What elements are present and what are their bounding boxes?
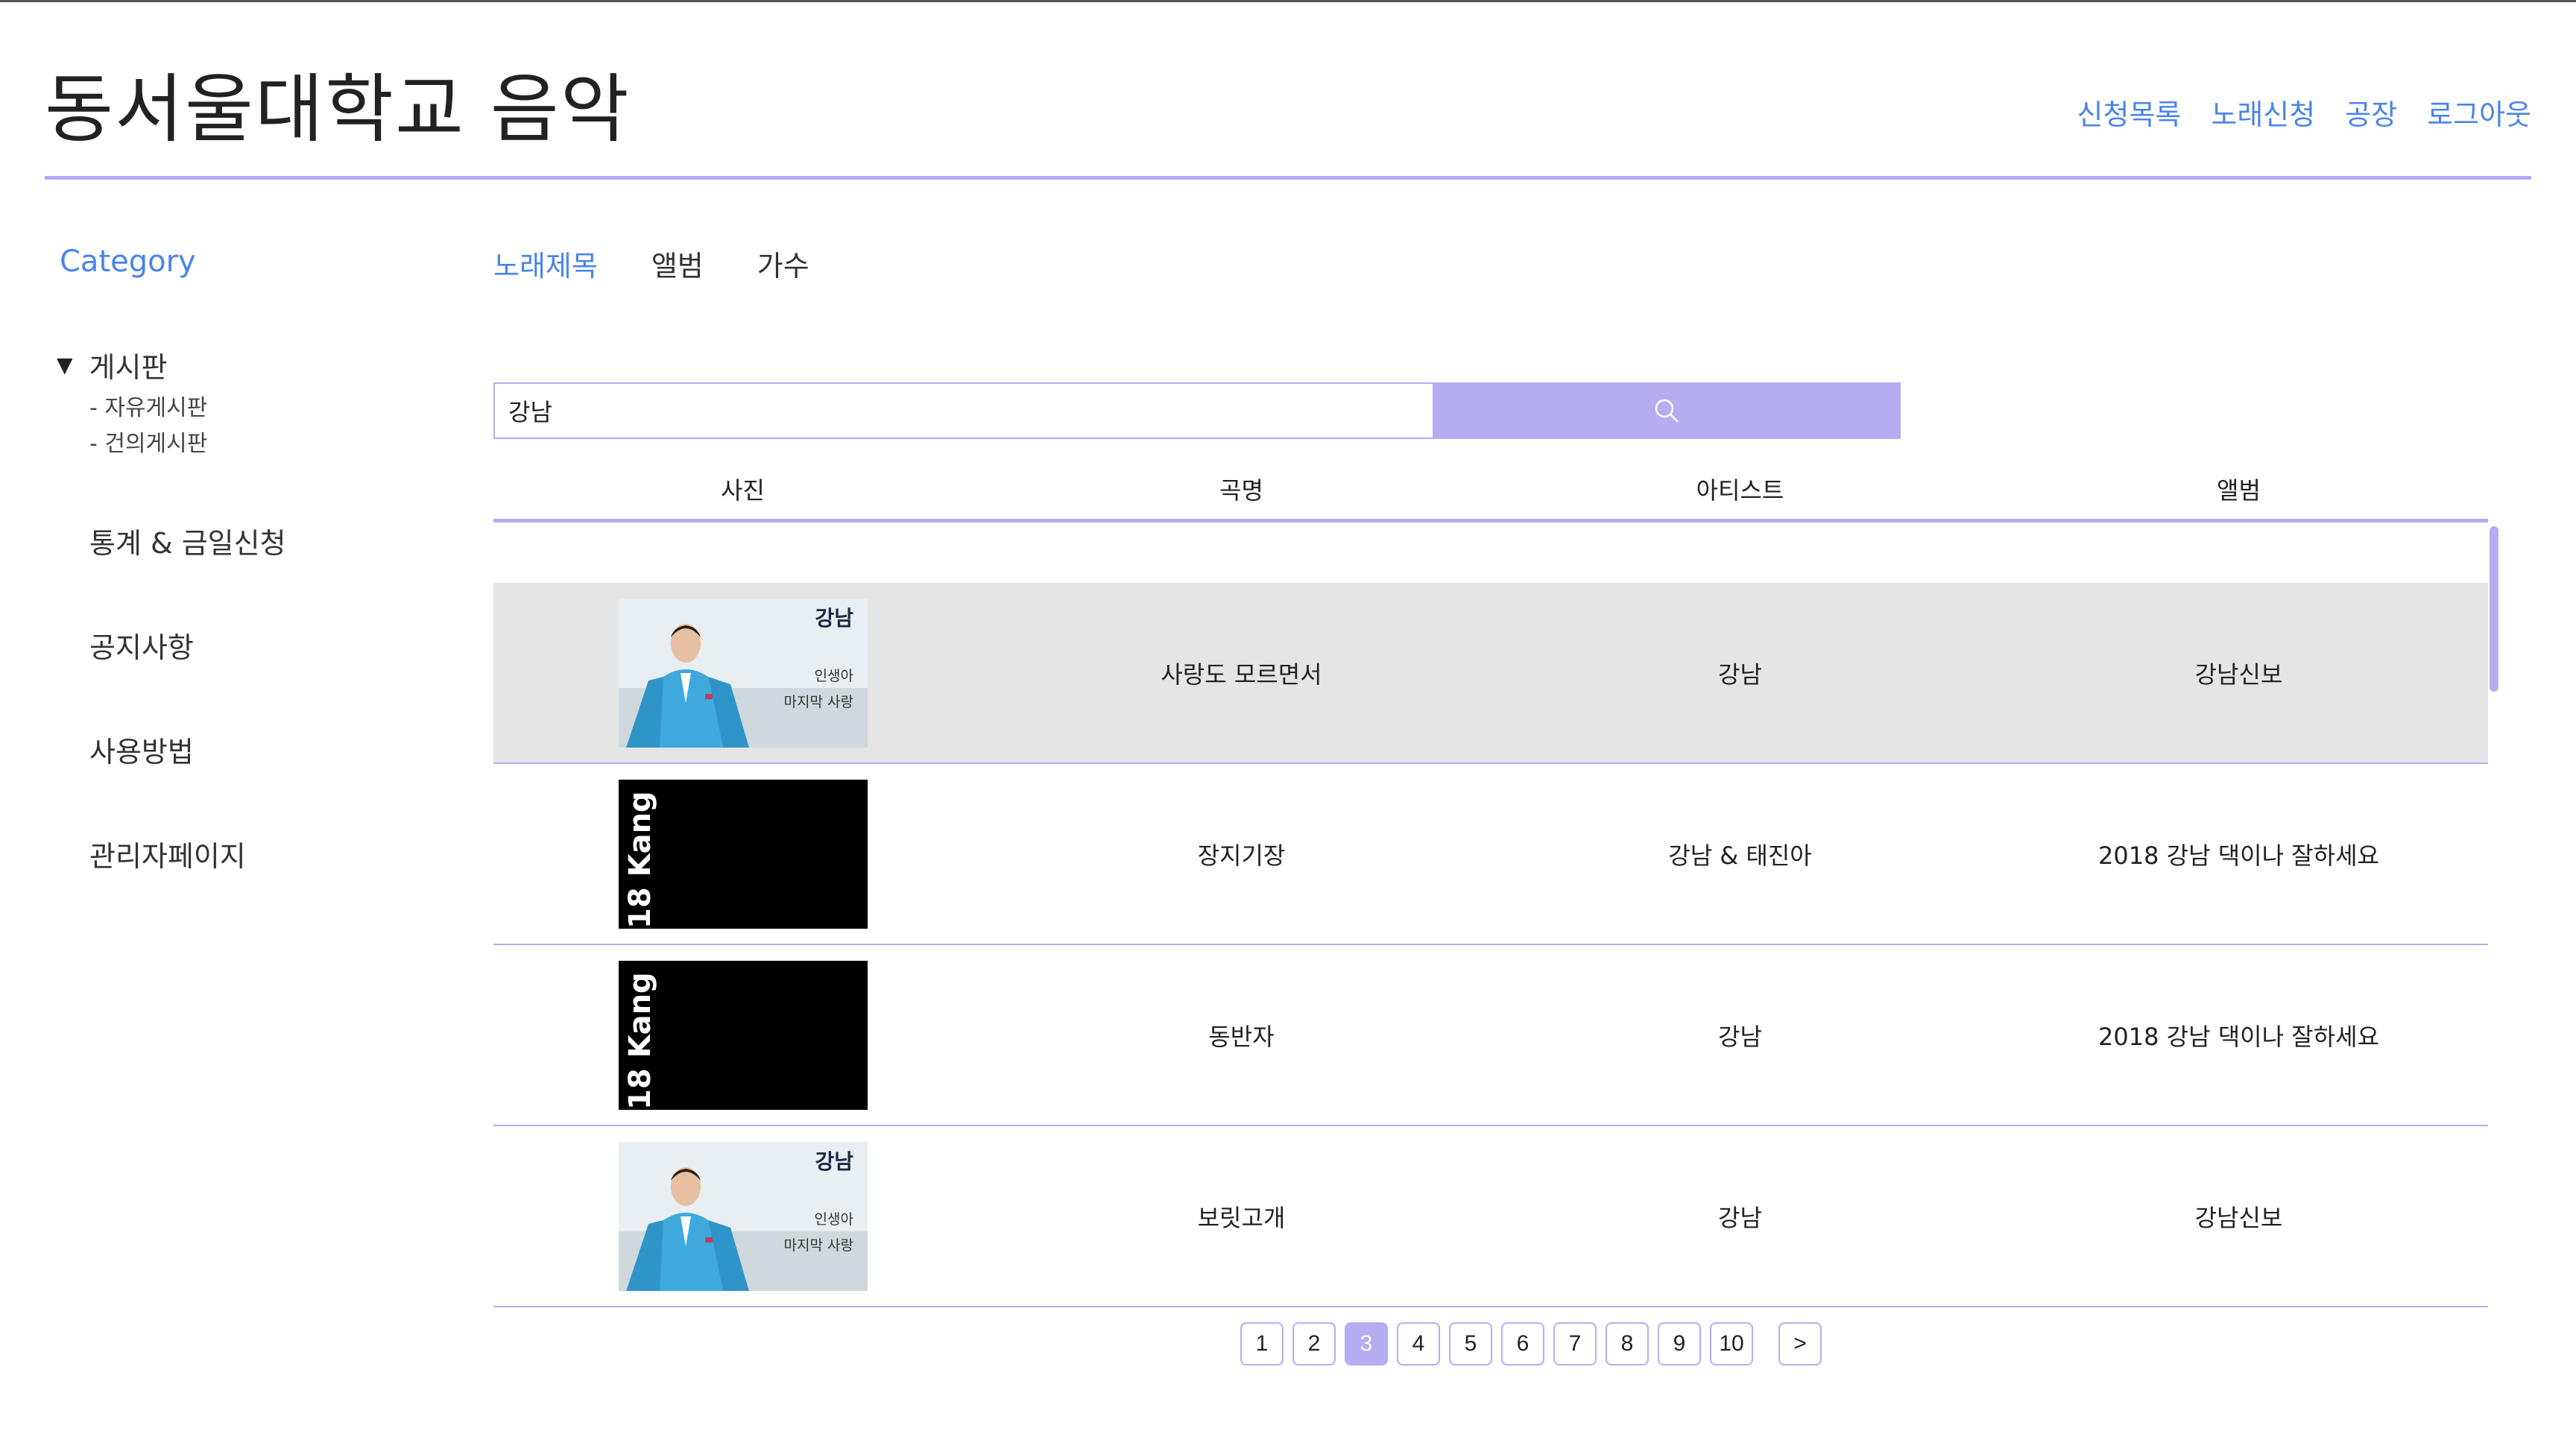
column-header-artist[interactable]: 아티스트: [1491, 462, 1989, 519]
sidebar-item-notices[interactable]: 공지사항: [89, 625, 194, 666]
photo-cell: 강남 인생아 마지막 사랑: [493, 598, 992, 748]
table-row[interactable]: 18 Kang N 동반자 강남 2018 강남 댁이나 잘하세요: [493, 945, 2488, 1126]
album-cell: 2018 강남 댁이나 잘하세요: [2098, 841, 2379, 870]
next-page-button[interactable]: >: [1778, 1322, 1822, 1366]
song-table-body: 강남 인생아 마지막 사랑 사랑도 모르면서 강남 강남신보 18 Kang N…: [493, 583, 2488, 1307]
album-cell: 강남신보: [2194, 1203, 2283, 1232]
page-button-3[interactable]: 3: [1345, 1322, 1388, 1366]
nav-request-list-link[interactable]: 신청목록: [2077, 92, 2182, 133]
album-cover-title: 강남: [815, 606, 853, 631]
table-row[interactable]: 18 Kang N 장지기장 강남 & 태진아 2018 강남 댁이나 잘하세요: [493, 764, 2488, 945]
tab-album[interactable]: 앨범: [651, 243, 704, 284]
album-cover-line: 마지막 사랑: [783, 694, 853, 710]
tab-singer[interactable]: 가수: [757, 243, 809, 284]
site-title[interactable]: 동서울대학교 음악: [45, 61, 631, 158]
sidebar-item-admin[interactable]: 관리자페이지: [89, 833, 246, 874]
header-divider: [45, 176, 2531, 180]
sidebar-board-toggle[interactable]: ▼ 게시판: [57, 344, 167, 385]
page-button-7[interactable]: 7: [1553, 1322, 1597, 1366]
photo-cell: 18 Kang N: [493, 779, 992, 929]
page-button-9[interactable]: 9: [1658, 1322, 1701, 1366]
artist-cell: 강남: [1718, 660, 1762, 689]
table-row[interactable]: 강남 인생아 마지막 사랑 보릿고개 강남 강남신보: [493, 1126, 2488, 1307]
column-header-song[interactable]: 곡명: [992, 462, 1491, 519]
album-cover-image: 강남 인생아 마지막 사랑: [618, 1141, 868, 1291]
artist-cell: 강남: [1718, 1022, 1762, 1051]
page-button-2[interactable]: 2: [1292, 1322, 1336, 1366]
album-cover-image: 강남 인생아 마지막 사랑: [618, 598, 868, 748]
search-input[interactable]: [493, 382, 1433, 439]
page: 동서울대학교 음악 신청목록 노래신청 공장 로그아웃 Category ▼ 게…: [0, 0, 2576, 1446]
nav-factory-link[interactable]: 공장: [2345, 92, 2397, 133]
table-header: 사진 곡명 아티스트 앨범: [493, 462, 2488, 519]
album-cover-text: 18 Kang N: [623, 961, 657, 1110]
sidebar-board-label: 게시판: [89, 351, 168, 384]
tab-song-title[interactable]: 노래제목: [493, 243, 598, 284]
sidebar-item-suggestion-board[interactable]: - 건의게시판: [89, 425, 207, 458]
song-title-cell: 장지기장: [1197, 841, 1286, 870]
top-nav: 신청목록 노래신청 공장 로그아웃: [2077, 89, 2531, 134]
column-header-album[interactable]: 앨범: [1989, 462, 2488, 519]
album-cover-line: 마지막 사랑: [783, 1237, 853, 1254]
song-title-cell: 동반자: [1208, 1022, 1275, 1051]
table-scrollbar[interactable]: [2490, 526, 2498, 692]
pagination: 1 2 3 4 5 6 7 8 9 10 >: [1240, 1322, 1822, 1366]
photo-cell: 18 Kang N: [493, 960, 992, 1110]
album-cell: 2018 강남 댁이나 잘하세요: [2098, 1022, 2379, 1051]
page-button-4[interactable]: 4: [1397, 1322, 1440, 1366]
artist-cell: 강남 & 태진아: [1668, 841, 1812, 870]
top-border: [0, 0, 2576, 2]
page-button-1[interactable]: 1: [1240, 1322, 1284, 1366]
search-icon: [1655, 399, 1679, 423]
photo-cell: 강남 인생아 마지막 사랑: [493, 1141, 992, 1291]
triangle-down-icon: ▼: [57, 353, 73, 377]
search-tabs: 노래제목 앨범 가수: [493, 243, 809, 284]
album-cover-line: 인생아: [814, 668, 853, 684]
artist-cell: 강남: [1718, 1203, 1762, 1232]
song-title-cell: 사랑도 모르면서: [1161, 660, 1322, 689]
page-button-5[interactable]: 5: [1449, 1322, 1492, 1366]
sidebar-item-free-board[interactable]: - 자유게시판: [89, 389, 207, 422]
album-cover-text: 18 Kang N: [623, 780, 657, 929]
album-cover-image: 18 Kang N: [618, 960, 868, 1110]
sidebar-item-howto[interactable]: 사용방법: [89, 729, 194, 770]
album-cover-line: 인생아: [814, 1211, 853, 1228]
page-button-6[interactable]: 6: [1501, 1322, 1544, 1366]
search-button[interactable]: [1433, 382, 1901, 439]
page-button-8[interactable]: 8: [1606, 1322, 1649, 1366]
column-header-photo: 사진: [721, 476, 765, 505]
sidebar-item-stats[interactable]: 통계 & 금일신청: [89, 520, 286, 561]
sidebar-category-heading: Category: [60, 244, 196, 279]
album-cover-title: 강남: [815, 1149, 853, 1174]
song-title-cell: 보릿고개: [1197, 1203, 1286, 1232]
album-cover-image: 18 Kang N: [618, 779, 868, 929]
nav-logout-link[interactable]: 로그아웃: [2427, 92, 2531, 133]
album-cell: 강남신보: [2194, 660, 2283, 689]
nav-song-request-link[interactable]: 노래신청: [2211, 92, 2315, 133]
table-header-divider: [493, 519, 2488, 522]
table-row[interactable]: 강남 인생아 마지막 사랑 사랑도 모르면서 강남 강남신보: [493, 583, 2488, 764]
page-button-10[interactable]: 10: [1710, 1322, 1753, 1366]
